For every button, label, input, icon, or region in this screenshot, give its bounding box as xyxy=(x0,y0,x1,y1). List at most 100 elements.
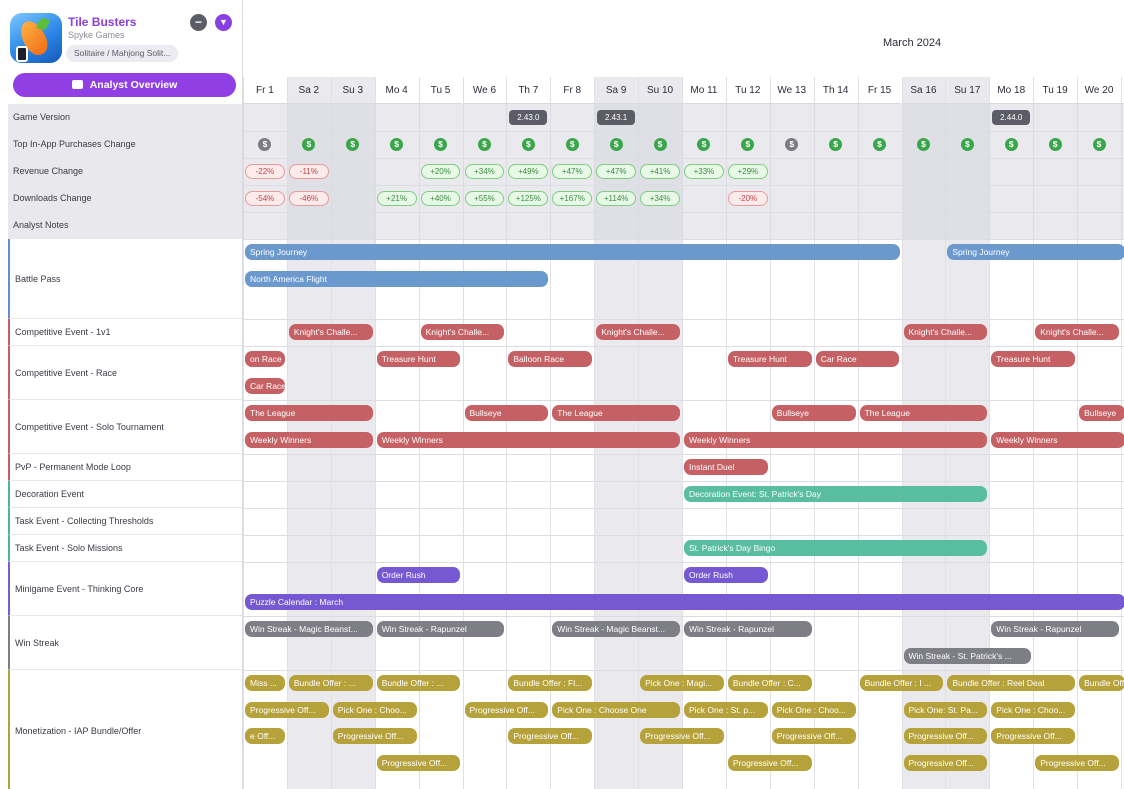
event-bar[interactable]: Balloon Race xyxy=(508,351,593,367)
event-bar[interactable]: Bundle Offer : Reel Deal xyxy=(947,675,1076,691)
day-header[interactable]: Fr 15 xyxy=(857,77,902,104)
expand-app-button[interactable]: ▼ xyxy=(215,14,232,31)
dollar-coin-icon[interactable]: $ xyxy=(916,138,930,151)
day-header[interactable]: Fr 8 xyxy=(550,77,595,104)
downloads-change-pill[interactable]: +21% xyxy=(376,191,417,206)
event-bar[interactable]: Pick One : Magi... xyxy=(640,675,724,691)
downloads-change-pill[interactable]: +125% xyxy=(508,191,549,206)
event-bar[interactable]: Pick One: St. Pa... xyxy=(903,701,988,718)
event-bar[interactable]: Progressive Off... xyxy=(903,728,988,745)
event-bar[interactable]: Puzzle Calendar : March xyxy=(245,593,1124,610)
event-bar[interactable]: Progressive Off... xyxy=(727,755,812,772)
revenue-change-pill[interactable]: +20% xyxy=(420,164,461,179)
event-bar[interactable]: Win Streak - St. Patrick's ... xyxy=(903,647,1032,664)
event-bar[interactable]: on Race xyxy=(245,351,285,367)
event-bar[interactable]: Progressive Off... xyxy=(376,755,461,772)
day-header[interactable]: Th 14 xyxy=(813,77,858,104)
revenue-change-pill[interactable]: +41% xyxy=(640,164,680,179)
downloads-change-pill[interactable]: +34% xyxy=(640,191,680,206)
event-bar[interactable]: Treasure Hunt xyxy=(727,351,812,367)
dollar-coin-icon[interactable]: $ xyxy=(434,138,448,151)
event-bar[interactable]: Pick One : Choo... xyxy=(991,701,1076,718)
event-bar[interactable]: Weekly Winners xyxy=(376,431,680,448)
event-bar[interactable]: Knight's Challe... xyxy=(903,324,988,340)
event-bar[interactable]: Win Streak - Rapunzel xyxy=(376,621,505,637)
event-bar[interactable]: St. Patrick's Day Bingo xyxy=(684,540,988,556)
event-bar[interactable]: Pick One : Choo... xyxy=(771,701,856,718)
event-bar[interactable]: Bundle Offer : C... xyxy=(727,675,812,691)
event-bar[interactable]: Win Streak - Rapunzel xyxy=(684,621,812,637)
dollar-coin-icon[interactable]: $ xyxy=(873,138,887,151)
downloads-change-pill[interactable]: +55% xyxy=(464,191,505,206)
event-bar[interactable]: Progressive Off... xyxy=(508,728,593,745)
event-bar[interactable]: Treasure Hunt xyxy=(991,351,1076,367)
event-bar[interactable]: Pick One : Choose One xyxy=(552,701,680,718)
event-bar[interactable]: Win Streak - Magic Beanst... xyxy=(245,621,373,637)
analyst-overview-button[interactable]: Analyst Overview xyxy=(13,73,236,97)
event-bar[interactable]: Pick One : Choo... xyxy=(332,701,417,718)
event-bar[interactable]: Pick One : St. p... xyxy=(684,701,768,718)
event-bar[interactable]: e Off... xyxy=(245,728,285,745)
version-badge[interactable]: 2.44.0 xyxy=(992,110,1031,125)
version-badge[interactable]: 2.43.1 xyxy=(597,110,636,125)
event-bar[interactable]: Order Rush xyxy=(684,567,768,583)
event-bar[interactable]: Miss ... xyxy=(245,675,285,691)
version-badge[interactable]: 2.43.0 xyxy=(509,110,548,125)
event-bar[interactable]: Treasure Hunt xyxy=(376,351,461,367)
day-header[interactable]: Su 3 xyxy=(330,77,375,104)
day-header[interactable]: Tu 19 xyxy=(1033,77,1078,104)
app-name[interactable]: Tile Busters xyxy=(68,15,136,29)
event-bar[interactable]: Weekly Winners xyxy=(684,431,988,448)
event-bar[interactable]: Decoration Event: St. Patrick's Day xyxy=(684,486,988,502)
day-header[interactable]: We 6 xyxy=(462,77,507,104)
day-header[interactable]: Su 10 xyxy=(638,77,682,104)
event-bar[interactable]: Progressive Off... xyxy=(640,728,724,745)
day-header[interactable]: We 13 xyxy=(769,77,814,104)
event-bar[interactable]: Progressive Off... xyxy=(245,701,329,718)
day-header[interactable]: Su 17 xyxy=(945,77,990,104)
downloads-change-pill[interactable]: -46% xyxy=(288,191,329,206)
event-bar[interactable]: The League xyxy=(245,405,373,421)
downloads-change-pill[interactable]: +167% xyxy=(552,191,593,206)
downloads-change-pill[interactable]: -20% xyxy=(727,191,768,206)
event-bar[interactable]: The League xyxy=(552,405,680,421)
event-bar[interactable]: Progressive Off... xyxy=(1035,755,1119,772)
event-bar[interactable]: Bundle Offer : I ... xyxy=(859,675,944,691)
event-bar[interactable]: Progressive Off... xyxy=(771,728,856,745)
event-bar[interactable]: Bundle Offer : Fl... xyxy=(508,675,593,691)
dollar-coin-icon[interactable]: $ xyxy=(1092,138,1106,151)
event-bar[interactable]: Progressive Off... xyxy=(991,728,1076,745)
day-header[interactable]: Sa 2 xyxy=(286,77,331,104)
event-bar[interactable]: Knight's Challe... xyxy=(420,324,505,340)
event-bar[interactable]: North America Flight xyxy=(245,270,549,287)
genre-tag[interactable]: Solitaire / Mahjong Solit... xyxy=(66,45,179,62)
app-icon[interactable] xyxy=(10,13,62,63)
revenue-change-pill[interactable]: +49% xyxy=(508,164,549,179)
event-bar[interactable]: Progressive Off... xyxy=(464,701,549,718)
day-header[interactable]: Mo 11 xyxy=(682,77,726,104)
event-bar[interactable]: The League xyxy=(859,405,988,421)
revenue-change-pill[interactable]: +47% xyxy=(596,164,637,179)
downloads-change-pill[interactable]: -54% xyxy=(245,191,285,206)
downloads-change-pill[interactable]: +114% xyxy=(596,191,637,206)
day-header[interactable]: Mo 18 xyxy=(989,77,1034,104)
event-bar[interactable]: Spring Journey xyxy=(947,244,1124,260)
dollar-coin-icon[interactable]: $ xyxy=(521,138,535,151)
event-bar[interactable]: Bullseye xyxy=(464,405,549,421)
revenue-change-pill[interactable]: +33% xyxy=(684,164,724,179)
event-bar[interactable]: Weekly Winners xyxy=(991,431,1124,448)
day-header[interactable]: Tu 12 xyxy=(725,77,770,104)
event-bar[interactable]: Order Rush xyxy=(376,567,461,583)
dollar-coin-icon[interactable]: $ xyxy=(653,138,667,151)
event-bar[interactable]: Weekly Winners xyxy=(245,431,373,448)
event-bar[interactable]: Progressive Off... xyxy=(903,755,988,772)
day-header[interactable]: Fr 1 xyxy=(243,77,287,104)
revenue-change-pill[interactable]: +47% xyxy=(552,164,593,179)
event-bar[interactable]: Car Race xyxy=(815,351,900,367)
event-bar[interactable]: Win Streak - Magic Beanst... xyxy=(552,621,680,637)
event-bar[interactable]: Bundle Offer xyxy=(1079,675,1124,691)
event-bar[interactable]: Instant Duel xyxy=(684,459,768,475)
dollar-coin-icon[interactable]: $ xyxy=(1004,138,1018,151)
event-bar[interactable]: Knight's Challe... xyxy=(596,324,680,340)
day-header[interactable]: Th 7 xyxy=(506,77,551,104)
